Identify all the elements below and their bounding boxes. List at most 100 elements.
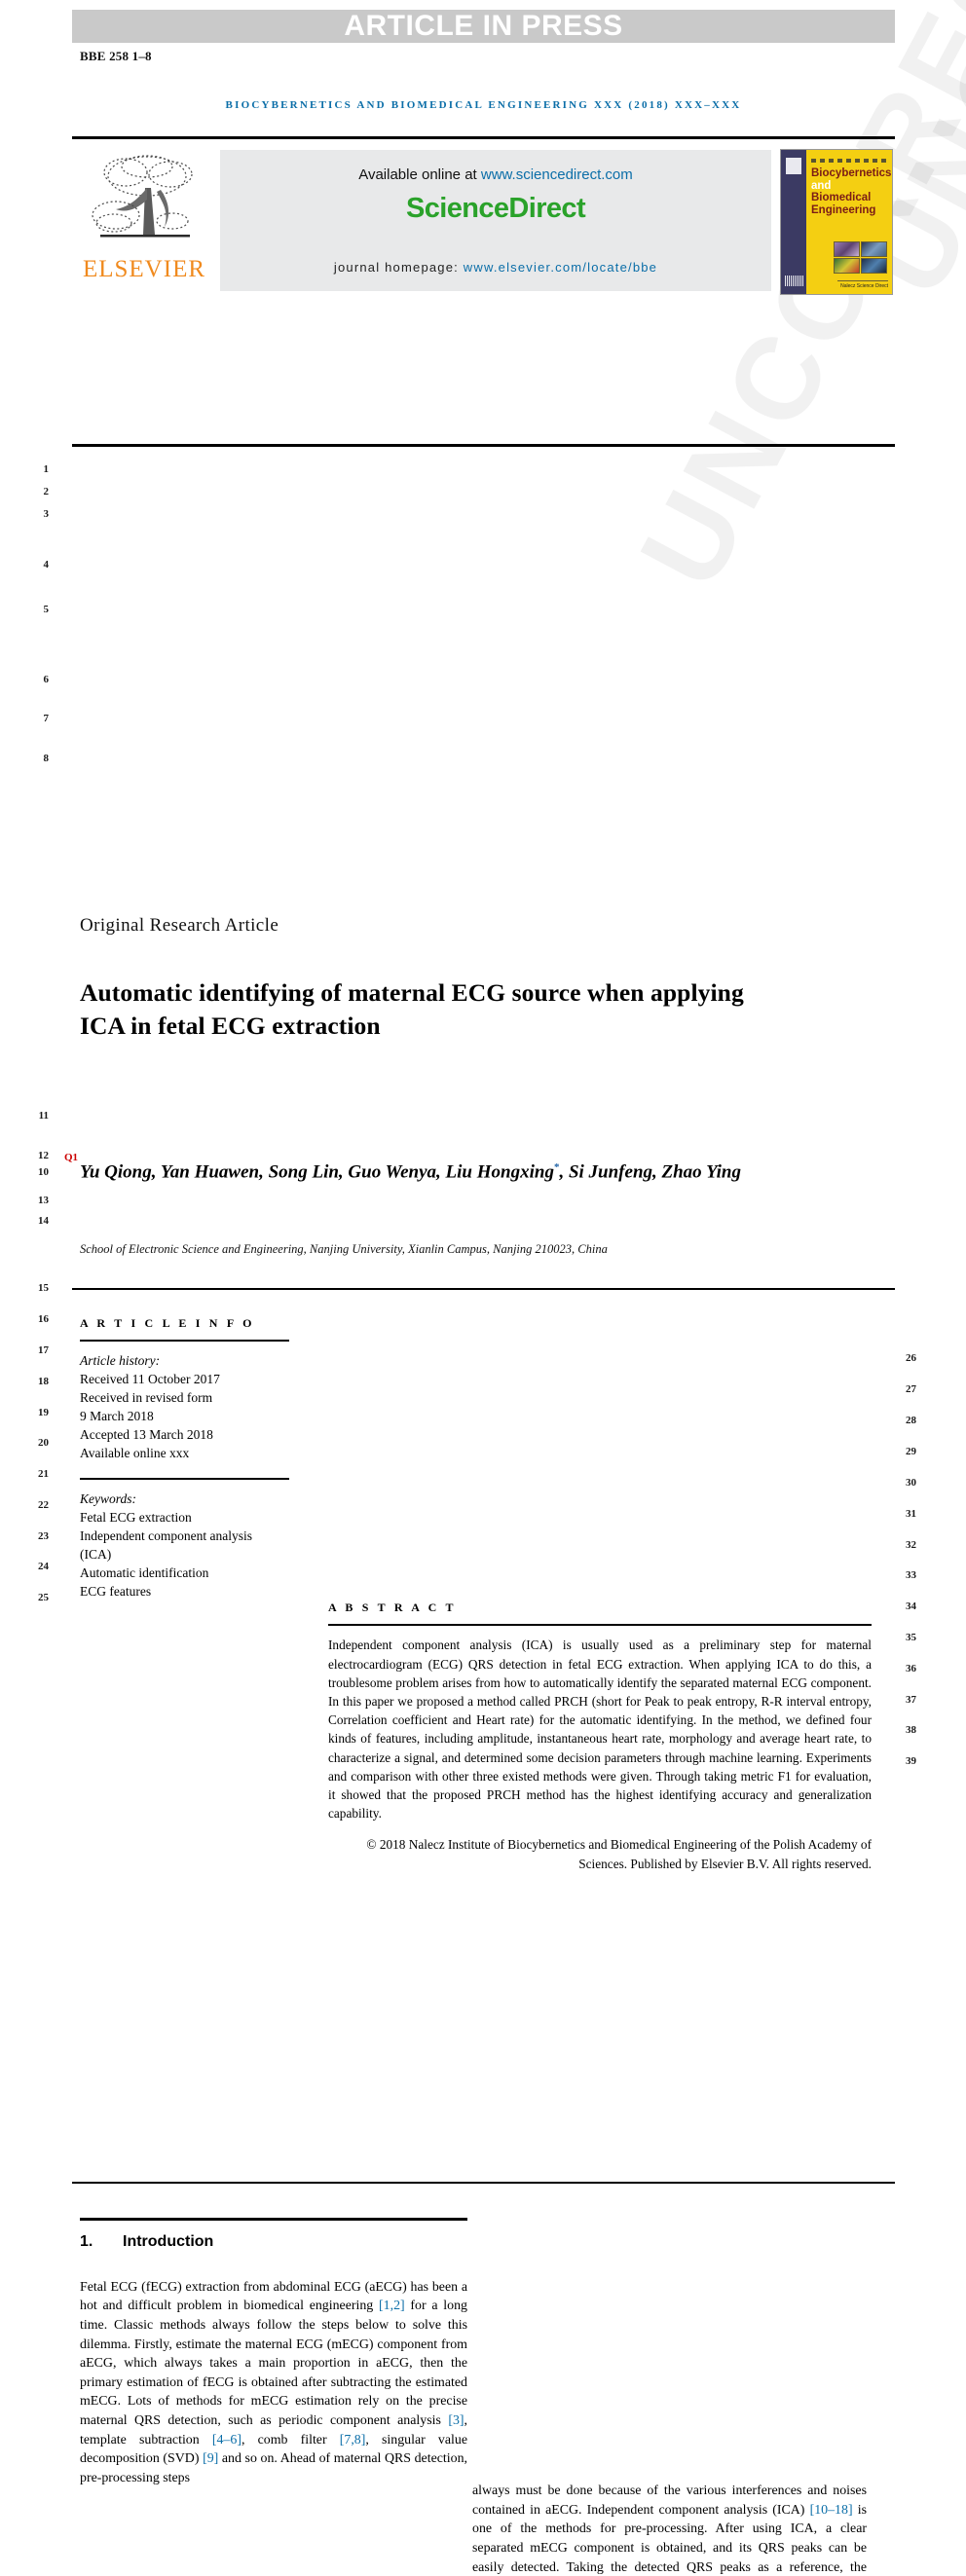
available-online-prefix: Available online at	[358, 166, 481, 183]
abstract-heading: A B S T R A C T	[328, 1601, 457, 1615]
journal-homepage-link[interactable]: www.elsevier.com/locate/bbe	[464, 260, 657, 275]
line-number-17: 17	[38, 1344, 49, 1356]
line-number-37: 37	[906, 1694, 916, 1706]
abstract-body: Independent component analysis (ICA) is …	[328, 1638, 872, 1822]
cover-footer-text: Nalecz Science Direct	[840, 283, 888, 289]
journal-cover-image: Biocybernetics and Biomedical Engineerin…	[780, 149, 893, 295]
abstract-copyright: © 2018 Nalecz Institute of Biocybernetic…	[366, 1837, 872, 1871]
watermark-text-2: UNCORRECTED PROOF	[613, 0, 966, 608]
sciencedirect-link[interactable]: www.sciencedirect.com	[481, 166, 633, 183]
citation-ref-10-18[interactable]: [10–18]	[810, 2503, 853, 2518]
line-number-12: 12	[38, 1150, 49, 1161]
cover-title-biomedical: Biomedical	[811, 192, 872, 203]
article-history-item-revised-date: 9 March 2018	[80, 1409, 154, 1424]
line-number-23: 23	[38, 1530, 49, 1542]
body-column-right: always must be done because of the vario…	[472, 2482, 867, 2576]
cover-title: Biocybernetics and Biomedical Engineerin…	[811, 167, 892, 216]
line-number-32: 32	[906, 1539, 916, 1551]
article-in-press-label: ARTICLE IN PRESS	[344, 10, 623, 42]
line-number-31: 31	[906, 1508, 916, 1520]
sciencedirect-panel: Available online at www.sciencedirect.co…	[220, 150, 771, 291]
section-number: 1.	[80, 2232, 93, 2250]
article-in-press-banner: ARTICLE IN PRESS	[72, 10, 895, 43]
line-number-24: 24	[38, 1561, 49, 1572]
journal-homepage-line: journal homepage: www.elsevier.com/locat…	[220, 260, 771, 275]
line-number-20: 20	[38, 1437, 49, 1449]
cover-thumb-3	[834, 258, 860, 274]
cover-title-line1: Biocybernetics	[811, 167, 892, 179]
line-number-11: 11	[38, 1110, 49, 1122]
line-number-3: 3	[43, 508, 50, 520]
line-number-36: 36	[906, 1663, 916, 1674]
line-number-30: 30	[906, 1477, 916, 1489]
journal-masthead: ELSEVIER Available online at www.science…	[72, 145, 895, 295]
line-number-22: 22	[38, 1499, 49, 1511]
article-history-item-revised: Received in revised form	[80, 1390, 213, 1406]
cover-title-line3: Engineering	[811, 203, 876, 216]
abstract-section-top-rule	[72, 1288, 895, 1291]
article-history-item-received: Received 11 October 2017	[80, 1372, 220, 1387]
article-info-column: A R T I C L E I N F O Article history: R…	[80, 1316, 289, 1601]
line-number-25: 25	[38, 1592, 49, 1603]
line-number-35: 35	[906, 1632, 916, 1643]
line-number-15: 15	[38, 1282, 49, 1294]
line-number-14: 14	[38, 1215, 49, 1227]
intro-paragraph-left: Fetal ECG (fECG) extraction from abdomin…	[80, 2278, 467, 2488]
elsevier-tree-icon	[92, 155, 193, 238]
citation-ref-4-6[interactable]: [4–6]	[212, 2433, 242, 2447]
cover-footer-rule	[837, 280, 888, 281]
line-number-38: 38	[906, 1724, 916, 1736]
intro-paragraph-right-1: always must be done because of the vario…	[472, 2482, 867, 2576]
keyword-item-2: (ICA)	[80, 1547, 112, 1563]
article-history-item-online: Available online xxx	[80, 1446, 190, 1461]
intro-text-b: for a long time. Classic methods always …	[80, 2299, 468, 2428]
line-number-2: 2	[43, 486, 50, 497]
cover-footer: Nalecz Science Direct	[837, 280, 888, 289]
article-info-rule	[80, 1340, 289, 1343]
affiliation: School of Electronic Science and Enginee…	[80, 1242, 608, 1257]
masthead-bottom-rule	[72, 444, 895, 447]
proof-watermark: UNCORRECTED PROOF UNCORRECTED PROOF	[321, 0, 966, 896]
cover-thumb-1	[834, 241, 860, 257]
line-number-16: 16	[38, 1313, 49, 1325]
introduction-heading-rule	[80, 2217, 467, 2221]
section-heading-introduction: 1. Introduction	[80, 2233, 467, 2251]
cover-spine	[781, 150, 806, 294]
line-number-4: 4	[43, 559, 50, 570]
body-section-top-rule	[72, 2181, 895, 2184]
journal-homepage-prefix: journal homepage:	[333, 260, 464, 275]
keywords-rule	[80, 1478, 289, 1481]
line-number-5: 5	[43, 604, 50, 615]
line-number-8: 8	[43, 753, 50, 764]
cover-top-rule	[811, 159, 887, 163]
citation-ref-1-2[interactable]: [1,2]	[379, 2299, 405, 2313]
line-number-33: 33	[906, 1569, 916, 1581]
keyword-item-1: Independent component analysis	[80, 1528, 252, 1544]
line-number-13: 13	[38, 1195, 49, 1206]
section-title: Introduction	[123, 2232, 214, 2250]
article-type-label: Original Research Article	[80, 915, 279, 936]
sciencedirect-wordmark: ScienceDirect	[405, 193, 586, 224]
cover-title-line2: and Biomedical	[811, 180, 888, 204]
body-column-left: 1. Introduction Fetal ECG (fECG) extracti…	[80, 2233, 467, 2488]
line-number-27: 27	[906, 1383, 916, 1395]
citation-ref-7-8[interactable]: [7,8]	[340, 2433, 366, 2447]
keywords-label: Keywords:	[80, 1491, 136, 1507]
keyword-item-3: Automatic identification	[80, 1565, 209, 1581]
article-code-label: BBE 258 1–8	[80, 49, 152, 63]
keywords-block: Keywords: Fetal ECG extraction Independe…	[80, 1490, 289, 1601]
cover-thumb-4	[861, 258, 887, 274]
masthead-top-rule	[72, 136, 895, 139]
line-number-6: 6	[43, 674, 50, 685]
line-number-26: 26	[906, 1352, 916, 1364]
citation-ref-3[interactable]: [3]	[448, 2413, 464, 2428]
line-number-28: 28	[906, 1415, 916, 1426]
abstract-column: A B S T R A C T Independent component an…	[328, 1601, 872, 1872]
citation-ref-9[interactable]: [9]	[203, 2451, 218, 2466]
line-number-1: 1	[43, 463, 50, 475]
elsevier-wordmark: ELSEVIER	[82, 256, 206, 282]
line-number-19: 19	[38, 1407, 49, 1418]
cover-thumbnail-grid	[834, 241, 887, 274]
cover-barcode-icon	[785, 276, 803, 286]
line-number-21: 21	[38, 1468, 49, 1480]
